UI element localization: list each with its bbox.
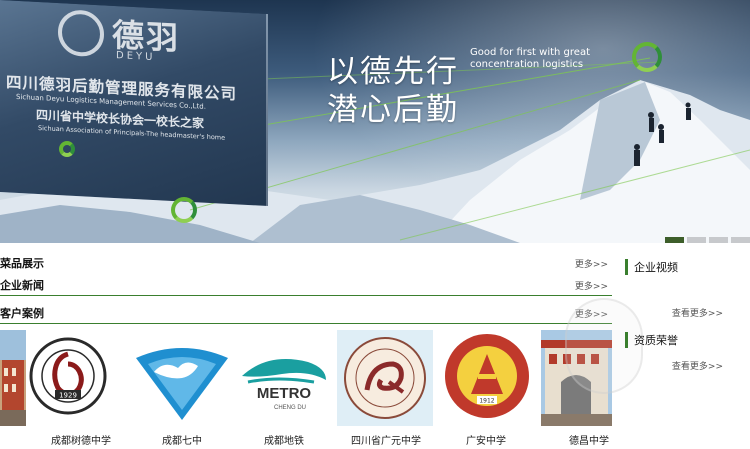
- section-news: 企业新闻 更多>>: [0, 274, 612, 296]
- section-divider: [0, 295, 612, 296]
- guangyuan-school-seal-icon: [337, 330, 433, 426]
- more-link[interactable]: 更多>>: [575, 279, 608, 292]
- slogan-line-2: 潜心后勤: [327, 92, 459, 128]
- slide-dot[interactable]: [665, 237, 684, 243]
- client-caption[interactable]: 德昌中学: [569, 432, 609, 447]
- sidebar-more-link[interactable]: 查看更多>>: [625, 306, 750, 319]
- green-ring-icon: [171, 197, 197, 223]
- title-accent-bar: [625, 332, 628, 348]
- sidebar-more-link[interactable]: 查看更多>>: [625, 359, 750, 372]
- page: 德羽 DEYU 四川德羽后勤管理服务有限公司 Sichuan Deyu Logi…: [0, 0, 750, 449]
- shude-school-seal-icon: 1929: [29, 337, 107, 415]
- section-dishes: 菜品展示 更多>>: [0, 252, 612, 274]
- section-clients: 客户案例 更多>>: [0, 302, 612, 324]
- client-caption[interactable]: 成都七中: [162, 432, 202, 447]
- svg-text:1929: 1929: [59, 392, 77, 400]
- chengdu-no7-logo-icon: [136, 348, 228, 420]
- slide-dot[interactable]: [687, 237, 706, 243]
- client-logo-partial[interactable]: [0, 330, 26, 426]
- deyu-logo-sub: DEYU: [116, 50, 156, 64]
- green-ring-icon: [632, 42, 662, 72]
- client-caption[interactable]: 广安中学: [466, 432, 506, 447]
- client-logo-chengdu7[interactable]: [134, 330, 230, 426]
- guangan-school-seal-icon: 1912: [445, 334, 529, 418]
- client-caption[interactable]: 成都树德中学: [51, 432, 111, 447]
- main-content: 菜品展示 更多>> 企业新闻 更多>> 客户案例 更多>>: [0, 252, 612, 324]
- section-title: 客户案例: [0, 307, 44, 320]
- sidebar: 企业视频 查看更多>> 资质荣誉 查看更多>>: [625, 258, 750, 372]
- company-plaque: 德羽 DEYU 四川德羽后勤管理服务有限公司 Sichuan Deyu Logi…: [0, 0, 268, 207]
- deyu-logo-icon: [58, 9, 104, 58]
- title-accent-bar: [625, 259, 628, 275]
- client-caption[interactable]: 成都地铁: [264, 432, 304, 447]
- svg-text:METRO: METRO: [257, 385, 311, 402]
- green-ring-icon: [59, 141, 75, 157]
- section-title: 菜品展示: [0, 257, 44, 270]
- slide-dot[interactable]: [709, 237, 728, 243]
- more-link[interactable]: 更多>>: [575, 257, 608, 270]
- client-caption[interactable]: 四川省广元中学: [351, 432, 421, 447]
- slogan-english: Good for first with great concentration …: [470, 47, 590, 70]
- client-logo-shude[interactable]: 1929: [28, 330, 108, 426]
- hero-banner[interactable]: 德羽 DEYU 四川德羽后勤管理服务有限公司 Sichuan Deyu Logi…: [0, 0, 750, 243]
- client-logo-metro[interactable]: METRO CHENG DU: [238, 330, 330, 426]
- sidebar-title-honors: 资质荣誉: [625, 331, 750, 349]
- slide-indicators: [665, 237, 750, 243]
- section-title: 企业新闻: [0, 279, 44, 292]
- client-logo-strip: 1929 METRO CHENG DU 1912: [0, 330, 612, 426]
- client-logo-guangyuan[interactable]: [337, 330, 433, 426]
- chengdu-metro-logo-icon: METRO CHENG DU: [242, 359, 326, 411]
- section-divider: [0, 323, 612, 324]
- deyu-logo: 德羽 DEYU: [58, 7, 218, 69]
- svg-text:1912: 1912: [479, 398, 494, 405]
- sidebar-title: 资质荣誉: [634, 334, 678, 347]
- svg-text:CHENG DU: CHENG DU: [274, 405, 306, 411]
- client-logo-guangan[interactable]: 1912: [440, 330, 534, 426]
- slide-dot[interactable]: [731, 237, 750, 243]
- sidebar-title-video: 企业视频: [625, 258, 750, 276]
- sidebar-title: 企业视频: [634, 261, 678, 274]
